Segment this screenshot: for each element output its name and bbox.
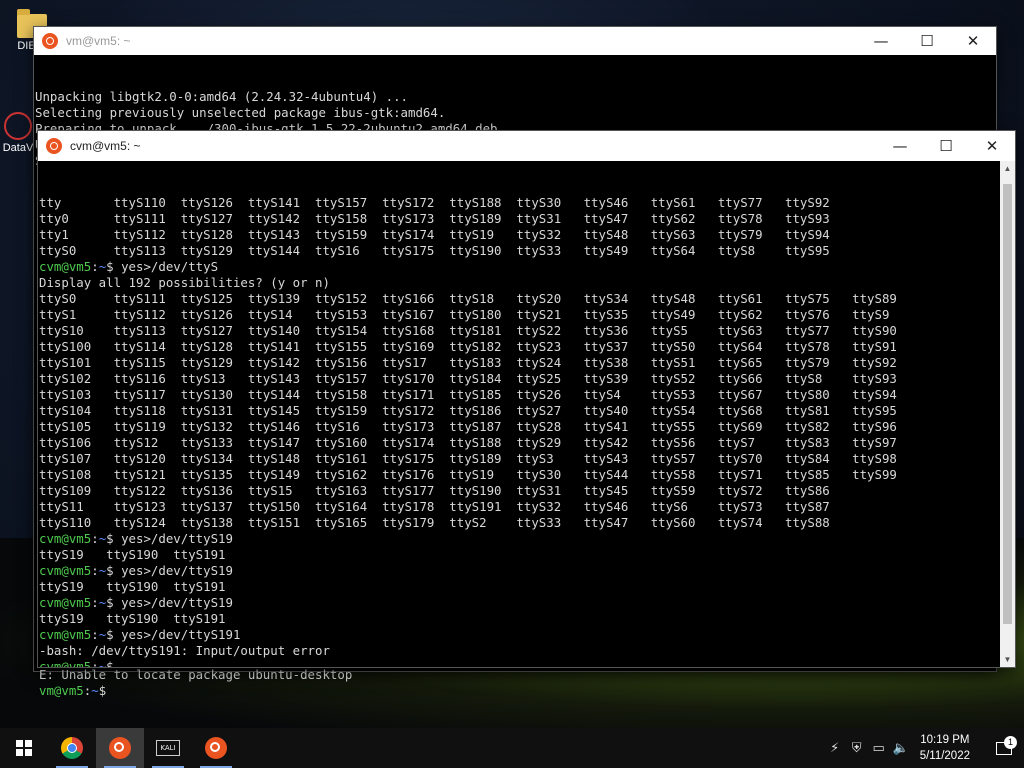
prompt-separator: : bbox=[91, 259, 99, 274]
prompt-line: cvm@vm5:~$ yes>/dev/ttyS19 bbox=[39, 531, 999, 547]
output-line: ttyS10 ttyS113 ttyS127 ttyS140 ttyS154 t… bbox=[39, 323, 897, 338]
scrollbar[interactable]: ▲ ▼ bbox=[1000, 161, 1015, 667]
maximize-button[interactable]: ☐ bbox=[904, 27, 950, 55]
output-line: tty0 ttyS111 ttyS127 ttyS142 ttyS158 tty… bbox=[39, 211, 830, 226]
prompt-user: cvm@vm5 bbox=[39, 595, 92, 610]
ubuntu-icon bbox=[42, 33, 58, 49]
prompt-separator: : bbox=[91, 627, 99, 642]
scroll-thumb[interactable] bbox=[1003, 184, 1012, 624]
datav-icon bbox=[4, 112, 32, 140]
output-line: ttyS1 ttyS112 ttyS126 ttyS14 ttyS153 tty… bbox=[39, 307, 890, 322]
prompt-path: ~ bbox=[91, 683, 99, 698]
notification-button[interactable]: 1 bbox=[984, 735, 1024, 755]
prompt-command: $ yes>/dev/ttyS191 bbox=[106, 627, 241, 642]
taskbar-ubuntu-terminal-2[interactable] bbox=[192, 728, 240, 768]
network-icon[interactable]: ▭ bbox=[868, 741, 890, 756]
output-line: ttyS19 ttyS190 ttyS191 bbox=[39, 547, 226, 562]
close-button[interactable]: ✕ bbox=[969, 131, 1015, 161]
terminal-output[interactable]: tty ttyS110 ttyS126 ttyS141 ttyS157 ttyS… bbox=[38, 161, 999, 667]
window-title: cvm@vm5: ~ bbox=[70, 139, 141, 153]
output-line: ttyS101 ttyS115 ttyS129 ttyS142 ttyS156 … bbox=[39, 355, 897, 370]
prompt-command: $ yes>/dev/ttyS bbox=[106, 259, 219, 274]
window-title: vm@vm5: ~ bbox=[66, 34, 131, 48]
terminal-window-front[interactable]: cvm@vm5: ~ — ☐ ✕ tty ttyS110 ttyS126 tty… bbox=[37, 130, 1016, 668]
output-line: ttyS102 ttyS116 ttyS13 ttyS143 ttyS157 t… bbox=[39, 371, 897, 386]
prompt-command: $ bbox=[98, 683, 114, 698]
titlebar[interactable]: cvm@vm5: ~ — ☐ ✕ bbox=[38, 131, 1015, 161]
taskbar-ubuntu-terminal-1[interactable] bbox=[96, 728, 144, 768]
output-line: ttyS11 ttyS123 ttyS137 ttyS150 ttyS164 t… bbox=[39, 499, 830, 514]
prompt-user: vm@vm5 bbox=[39, 683, 84, 698]
close-button[interactable]: ✕ bbox=[950, 27, 996, 55]
prompt-line: vm@vm5:~$ bbox=[39, 683, 352, 699]
output-line: Selecting previously unselected package … bbox=[35, 105, 446, 120]
output-line: ttyS107 ttyS120 ttyS134 ttyS148 ttyS161 … bbox=[39, 451, 897, 466]
output-line: ttyS109 ttyS122 ttyS136 ttyS15 ttyS163 t… bbox=[39, 483, 830, 498]
output-line: ttyS110 ttyS124 ttyS138 ttyS151 ttyS165 … bbox=[39, 515, 830, 530]
prompt-separator: : bbox=[91, 531, 99, 546]
output-line: ttyS19 ttyS190 ttyS191 bbox=[39, 611, 226, 626]
output-line: E: Unable to locate package ubuntu-deskt… bbox=[39, 667, 353, 682]
prompt-line: cvm@vm5:~$ yes>/dev/ttyS bbox=[39, 259, 999, 275]
prompt-user: cvm@vm5 bbox=[39, 627, 92, 642]
scroll-down-arrow-icon[interactable]: ▼ bbox=[1000, 652, 1015, 667]
output-line: ttyS104 ttyS118 ttyS131 ttyS145 ttyS159 … bbox=[39, 403, 897, 418]
clock-date: 5/11/2022 bbox=[919, 750, 970, 762]
prompt-user: cvm@vm5 bbox=[39, 563, 92, 578]
prompt-command: $ yes>/dev/ttyS19 bbox=[106, 531, 233, 546]
clock-time: 10:19 PM bbox=[920, 734, 970, 746]
notification-badge: 1 bbox=[1004, 735, 1017, 749]
output-line: ttyS100 ttyS114 ttyS128 ttyS141 ttyS155 … bbox=[39, 339, 897, 354]
network-offline-icon[interactable]: ⚡ bbox=[824, 741, 846, 756]
output-line: ttyS106 ttyS12 ttyS133 ttyS147 ttyS160 t… bbox=[39, 435, 897, 450]
output-line: -bash: /dev/ttyS191: Input/output error bbox=[39, 643, 330, 658]
prompt-line: cvm@vm5:~$ yes>/dev/ttyS191 bbox=[39, 627, 999, 643]
prompt-user: cvm@vm5 bbox=[39, 659, 92, 667]
prompt-separator: : bbox=[91, 595, 99, 610]
security-icon[interactable]: ⛨ bbox=[846, 741, 868, 756]
kali-icon: KALI bbox=[156, 740, 180, 756]
start-button[interactable] bbox=[0, 728, 48, 768]
prompt-separator: : bbox=[91, 563, 99, 578]
output-line: tty ttyS110 ttyS126 ttyS141 ttyS157 ttyS… bbox=[39, 195, 830, 210]
output-line: Display all 192 possibilities? (y or n) bbox=[39, 275, 330, 290]
prompt-separator: : bbox=[91, 659, 99, 667]
titlebar[interactable]: vm@vm5: ~ — ☐ ✕ bbox=[34, 27, 996, 55]
scroll-up-arrow-icon[interactable]: ▲ bbox=[1000, 161, 1015, 176]
system-tray: ⚡ ⛨ ▭ 🔈 10:19 PM 5/11/2022 1 bbox=[824, 728, 1024, 768]
ubuntu-icon bbox=[205, 737, 227, 759]
ubuntu-icon bbox=[46, 138, 62, 154]
output-line: ttyS19 ttyS190 ttyS191 bbox=[39, 579, 226, 594]
output-line: ttyS105 ttyS119 ttyS132 ttyS146 ttyS16 t… bbox=[39, 419, 897, 434]
prompt-line: cvm@vm5:~$ yes>/dev/ttyS19 bbox=[39, 595, 999, 611]
prompt-command: $ yes>/dev/ttyS19 bbox=[106, 595, 233, 610]
output-line: tty1 ttyS112 ttyS128 ttyS143 ttyS159 tty… bbox=[39, 227, 830, 242]
chrome-icon bbox=[61, 737, 83, 759]
output-line: ttyS103 ttyS117 ttyS130 ttyS144 ttyS158 … bbox=[39, 387, 897, 402]
windows-icon bbox=[16, 740, 32, 756]
output-line: Unpacking libgtk2.0-0:amd64 (2.24.32-4ub… bbox=[35, 89, 408, 104]
minimize-button[interactable]: — bbox=[858, 27, 904, 55]
prompt-line: cvm@vm5:~$ yes>/dev/ttyS19 bbox=[39, 563, 999, 579]
taskbar: KALI ⚡ ⛨ ▭ 🔈 10:19 PM 5/11/2022 1 bbox=[0, 728, 1024, 768]
maximize-button[interactable]: ☐ bbox=[923, 131, 969, 161]
ubuntu-icon bbox=[109, 737, 131, 759]
taskbar-chrome[interactable] bbox=[48, 728, 96, 768]
clock[interactable]: 10:19 PM 5/11/2022 bbox=[920, 732, 970, 764]
output-line: ttyS108 ttyS121 ttyS135 ttyS149 ttyS162 … bbox=[39, 467, 897, 482]
prompt-line: cvm@vm5:~$ bbox=[39, 659, 999, 667]
output-line: ttyS0 ttyS111 ttyS125 ttyS139 ttyS152 tt… bbox=[39, 291, 897, 306]
prompt-user: cvm@vm5 bbox=[39, 259, 92, 274]
volume-icon[interactable]: 🔈 bbox=[890, 741, 912, 756]
prompt-user: cvm@vm5 bbox=[39, 531, 92, 546]
prompt-command: $ yes>/dev/ttyS19 bbox=[106, 563, 233, 578]
output-line: ttyS0 ttyS113 ttyS129 ttyS144 ttyS16 tty… bbox=[39, 243, 830, 258]
taskbar-kali[interactable]: KALI bbox=[144, 728, 192, 768]
prompt-command: $ bbox=[106, 659, 122, 667]
minimize-button[interactable]: — bbox=[877, 131, 923, 161]
